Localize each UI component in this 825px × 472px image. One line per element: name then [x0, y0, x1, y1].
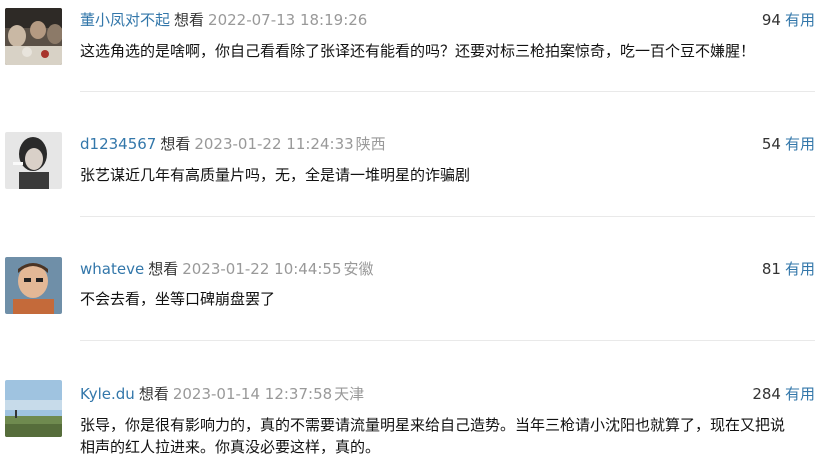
comment-text: 这选角选的是啥啊，你自己看看除了张译还有能看的吗？还要对标三枪拍案惊奇，吃一百个…	[80, 42, 756, 60]
username-link[interactable]: 董小凤对不起	[80, 11, 170, 29]
vote-count: 81	[761, 260, 781, 278]
avatar[interactable]	[5, 257, 62, 314]
username-link[interactable]: Kyle.du	[80, 385, 135, 403]
divider	[80, 91, 815, 92]
timestamp: 2022-07-13 18:19:26	[208, 11, 368, 29]
username-link[interactable]: d1234567	[80, 135, 156, 153]
vote-count: 54	[761, 135, 781, 153]
comment-meta: 董小凤对不起 想看 2022-07-13 18:19:26	[80, 10, 367, 30]
useful-button[interactable]: 有用	[785, 260, 815, 278]
timestamp: 2023-01-22 11:24:33	[194, 135, 354, 153]
location: 天津	[334, 385, 365, 403]
comment-text-line: 相声的红人拉进来。你真没必要这样，真的。	[80, 438, 381, 456]
comment-meta: Kyle.du 想看 2023-01-14 12:37:58 天津	[80, 384, 364, 404]
watch-status: 想看	[174, 11, 205, 29]
timestamp: 2023-01-22 10:44:55	[182, 260, 342, 278]
comment-meta: d1234567 想看 2023-01-22 11:24:33 陕西	[80, 134, 386, 154]
comment-text: 不会去看，坐等口碑崩盘罢了	[80, 290, 276, 308]
useful-button[interactable]: 有用	[785, 135, 815, 153]
divider	[80, 216, 815, 217]
vote-area: 284 有用	[752, 384, 815, 404]
avatar[interactable]	[5, 132, 62, 189]
avatar[interactable]	[5, 8, 62, 65]
watch-status: 想看	[138, 385, 169, 403]
vote-count: 94	[761, 11, 781, 29]
location: 安徽	[343, 260, 374, 278]
comment-list: 董小凤对不起 想看 2022-07-13 18:19:26 94 有用 这选角选的是啥…	[0, 0, 825, 472]
vote-area: 94 有用	[762, 10, 815, 30]
watch-status: 想看	[160, 135, 191, 153]
watch-status: 想看	[148, 260, 179, 278]
comment-text-line: 张导，你是很有影响力的，真的不需要请流量明星来给自己造势。当年三枪请小沈阳也就算…	[80, 416, 786, 434]
vote-count: 284	[752, 385, 781, 403]
username-link[interactable]: whateve	[80, 260, 144, 278]
vote-area: 81 有用	[762, 259, 815, 279]
avatar[interactable]	[5, 380, 62, 437]
comment-meta: whateve 想看 2023-01-22 10:44:55 安徽	[80, 259, 374, 279]
useful-button[interactable]: 有用	[785, 385, 815, 403]
vote-area: 54 有用	[762, 134, 815, 154]
useful-button[interactable]: 有用	[785, 11, 815, 29]
location: 陕西	[355, 135, 386, 153]
timestamp: 2023-01-14 12:37:58	[172, 385, 333, 403]
comment-text: 张导，你是很有影响力的，真的不需要请流量明星来给自己造势。当年三枪请小沈阳也就算…	[80, 414, 815, 458]
divider	[80, 340, 815, 341]
comment-text: 张艺谋近几年有高质量片吗，无，全是请一堆明星的诈骗剧	[80, 166, 471, 184]
